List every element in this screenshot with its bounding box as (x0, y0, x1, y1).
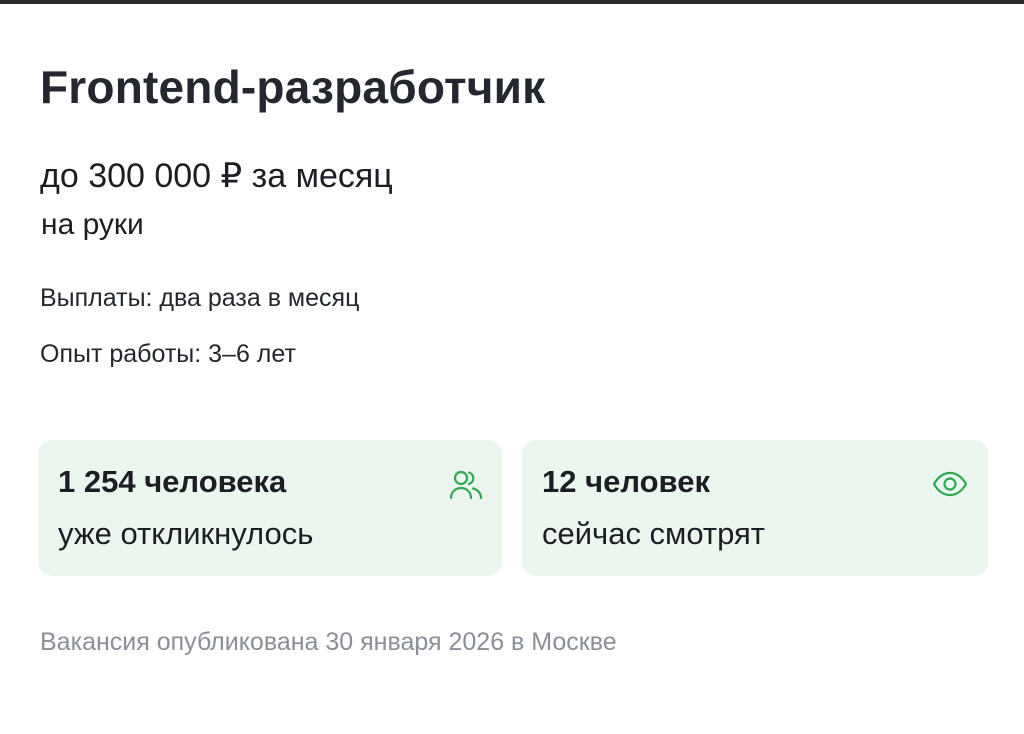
applicants-count: 1 254 человека (58, 464, 287, 499)
publication-info: Вакансия опубликована 30 января 2026 в М… (40, 628, 617, 656)
work-experience: Опыт работы: 3–6 лет (40, 340, 296, 368)
eye-icon (932, 466, 968, 502)
viewers-label: сейчас смотрят (542, 516, 766, 551)
payment-frequency: Выплаты: два раза в месяц (40, 284, 360, 312)
viewers-stat-card: 12 человек сейчас смотрят (522, 440, 988, 576)
vacancy-card: Frontend-разработчик до 300 000 ₽ за мес… (0, 4, 1024, 734)
applicants-label: уже откликнулось (58, 516, 314, 551)
salary-note: на руки (41, 208, 144, 241)
salary-amount: до 300 000 ₽ за месяц (40, 157, 393, 195)
vacancy-title: Frontend-разработчик (40, 61, 546, 113)
viewers-count: 12 человек (542, 464, 710, 499)
people-icon (448, 466, 484, 502)
applicants-stat-card: 1 254 человека уже откликнулось (38, 440, 502, 576)
